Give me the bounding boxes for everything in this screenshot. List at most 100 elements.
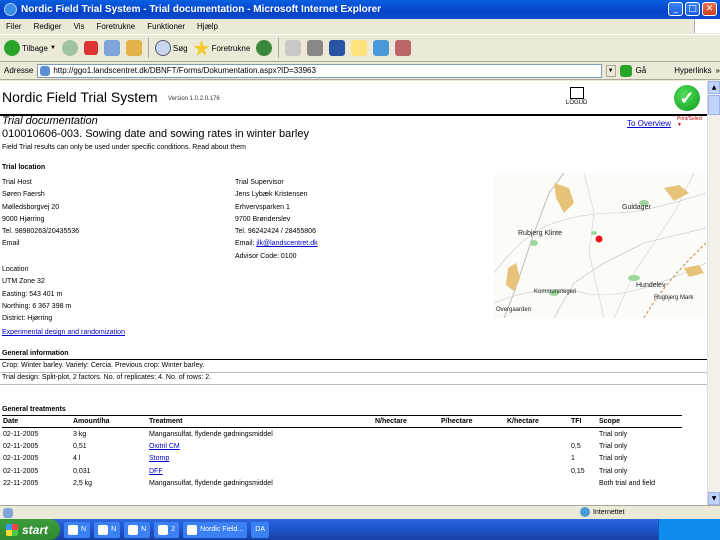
map-graphic: Guldager Rubjerg Klinte Hundelev Rugbjer… (494, 173, 706, 318)
app-icon (187, 524, 198, 535)
start-label: start (22, 522, 49, 537)
chevron-down-icon: ▼ (49, 45, 56, 51)
print-select-icon[interactable]: Print/Select ▼ (677, 116, 707, 128)
research-icon[interactable] (395, 40, 412, 56)
menu-edit[interactable]: Rediger (34, 22, 62, 31)
map-label-rugbjerg: Rugbjerg Mark (654, 295, 694, 301)
utm-zone: UTM Zone 32 (2, 278, 45, 286)
messenger-icon[interactable] (373, 40, 390, 56)
scroll-thumb[interactable] (708, 95, 720, 115)
table-row: 02-11-2005 3 kg Mangansulfat, flydende g… (2, 428, 682, 441)
go-arrow-icon[interactable] (619, 64, 632, 77)
taskbar-item[interactable]: DA (251, 521, 270, 538)
logout-button[interactable]: LOGUD (566, 87, 587, 106)
map-label-hundelev: Hundelev (636, 282, 666, 289)
stop-icon[interactable] (83, 41, 98, 55)
start-button[interactable]: start (0, 519, 60, 540)
links-more-icon[interactable]: » (716, 66, 720, 75)
word-edit-icon[interactable] (329, 40, 346, 56)
table-row: 02-11-2005 0,51 Oxitril CM 0,5 Trial onl… (2, 440, 682, 453)
cell-k (506, 478, 570, 491)
cell-k (506, 440, 570, 453)
back-arrow-icon (4, 40, 20, 56)
supervisor-email-label: Email: (235, 240, 255, 248)
supervisor-email-link[interactable]: jlk@landscentret.dk (256, 240, 317, 247)
taskbar-item[interactable]: N (124, 521, 151, 538)
taskbar-item[interactable]: 2 (154, 521, 180, 538)
usage-notice: Field Trial results can only be used und… (2, 144, 246, 151)
location-block: Location UTM Zone 32 Easting: 543 401 m … (2, 264, 71, 325)
system-tray[interactable] (658, 519, 720, 540)
folder-icon[interactable] (351, 40, 368, 56)
taskbar-item[interactable]: N (94, 521, 121, 538)
mail-icon[interactable] (285, 40, 302, 56)
favorites-label: Foretrukne (211, 43, 251, 53)
taskbar-item[interactable]: N (64, 521, 91, 538)
location-map[interactable]: Guldager Rubjerg Klinte Hundelev Rugbjer… (494, 173, 706, 318)
trial-location-heading: Trial location (2, 164, 46, 171)
favorites-button[interactable]: Foretrukne (193, 40, 251, 56)
home-icon[interactable] (125, 40, 142, 56)
menu-bar: Filer Rediger Vis Foretrukne Funktioner … (0, 19, 720, 33)
cell-scope: Trial only (599, 442, 628, 450)
windows-flag-icon (6, 523, 18, 536)
close-button[interactable]: ✕ (702, 2, 717, 16)
supervisor-phone: Tel. 96242424 / 28455806 (235, 228, 316, 236)
cell-n (374, 453, 440, 466)
supervisor-email-line: Email: jlk@landscentret.dk (235, 238, 318, 250)
scroll-down-icon[interactable]: ▼ (708, 492, 720, 505)
supervisor-city: 9700 Brønderslev (235, 215, 291, 223)
forward-icon[interactable] (61, 40, 78, 56)
maximize-button[interactable]: □ (685, 2, 700, 16)
menu-file[interactable]: Filer (6, 22, 22, 31)
taskbar: start N N N 2 Nordic Field... DA (0, 519, 720, 540)
address-dropdown[interactable]: ▼ (605, 64, 616, 77)
back-button[interactable]: Tilbage ▼ (4, 40, 56, 56)
menu-tools[interactable]: Funktioner (147, 22, 185, 31)
host-name: Søren Faersh (2, 191, 45, 199)
task-label: 2 (171, 526, 176, 533)
cell-scope: Trial only (599, 430, 628, 438)
cell-date: 02-11-2005 (3, 442, 39, 450)
minimize-button[interactable]: _ (668, 2, 683, 16)
window-title: Nordic Field Trial System - Trial docume… (21, 4, 382, 15)
overview-link[interactable]: To Overview (627, 119, 671, 128)
cell-date: 22-11-2005 (3, 480, 39, 488)
district: District: Hjørring (2, 315, 53, 323)
address-bar: Adresse http://ggo1.landscentret.dk/DBNF… (0, 62, 720, 80)
address-input[interactable]: http://ggo1.landscentret.dk/DBNFT/Forms/… (37, 63, 602, 78)
cell-treatment-link[interactable]: Oxitril CM (148, 440, 374, 453)
logout-label: LOGUD (566, 100, 588, 106)
cell-tfi: 1 (571, 455, 575, 463)
taskbar-item[interactable]: Nordic Field... (183, 521, 248, 538)
links-label[interactable]: Hyperlinks (674, 66, 711, 75)
experimental-design-link[interactable]: Experimental design and randomization (2, 327, 125, 339)
menu-favorites[interactable]: Foretrukne (97, 22, 136, 31)
menu-view[interactable]: Vis (74, 22, 85, 31)
refresh-icon[interactable] (103, 40, 120, 56)
title-bar[interactable]: Nordic Field Trial System - Trial docume… (0, 0, 720, 19)
address-label: Adresse (4, 66, 34, 75)
cell-p (440, 478, 506, 491)
map-label-overgaarden: Overgaarden (496, 307, 531, 313)
cell-date: 02-11-2005 (3, 467, 39, 475)
col-n: N/hectare (374, 415, 440, 428)
cell-treatment-link[interactable]: DFF (148, 465, 374, 478)
menu-help[interactable]: Hjælp (197, 22, 218, 31)
vertical-scrollbar[interactable]: ▲ ▼ (707, 81, 720, 505)
window-controls: _ □ ✕ (668, 2, 717, 16)
history-icon[interactable] (256, 40, 273, 56)
cell-tfi: 0,15 (571, 467, 585, 475)
map-label-guldager: Guldager (622, 204, 651, 211)
back-label: Tilbage (22, 43, 48, 53)
print-icon[interactable] (307, 40, 324, 56)
search-button[interactable]: Søg (154, 40, 188, 56)
map-label-kommunetegeri: Kommunetegeri (534, 289, 576, 295)
page-icon (40, 65, 51, 76)
scroll-up-icon[interactable]: ▲ (708, 81, 720, 94)
go-button[interactable]: Gå (636, 66, 647, 75)
cell-treatment-link[interactable]: Stomp (148, 453, 374, 466)
treatments-table: Date Amount/ha Treatment N/hectare P/hec… (2, 415, 682, 490)
col-k: K/hectare (506, 415, 570, 428)
cell-amount: 3 kg (73, 430, 87, 438)
